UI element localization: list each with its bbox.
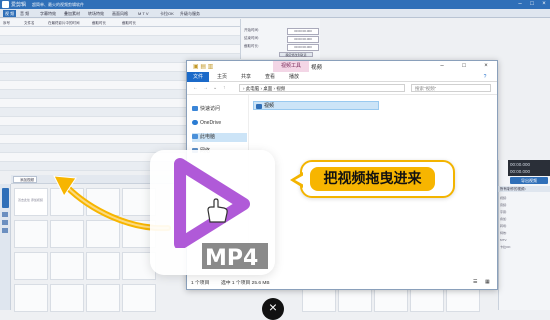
right-info-line: 字幕: [500,210,507,214]
minimize-icon[interactable]: – [514,0,526,9]
large-icons-view-icon[interactable]: ▦ [485,279,490,285]
right-info-line: 视频: [500,196,507,200]
left-tool-bar [0,184,11,310]
timer-display: 00:00.000 00:00.000 [508,160,550,176]
help-icon[interactable]: ? [477,72,493,82]
end-time-field[interactable]: 00:00:00.000 [287,36,319,43]
right-info-line: 转场: [500,224,507,228]
menu-mtv[interactable]: M T V [138,11,149,16]
right-panel-heading: 所有制作的视频： [498,186,550,192]
menu-transition[interactable]: 转场特效 [88,11,104,17]
app-subtitle: 超简单、最火的视频剪辑软件 [32,1,84,7]
menu-upgrade[interactable]: 升级与服务 [180,11,200,17]
explorer-title-bar: ▣ ▤ ▥ 视频工具 视频 – □ × [187,61,497,72]
end-time-label: 结束时间: [244,36,259,40]
tool-icon[interactable] [2,228,8,233]
tool-icon[interactable] [2,220,8,225]
media-slot[interactable] [14,284,48,312]
status-item-count: 1 个项目 [191,281,210,286]
clip-properties-panel: 开始时间: 结束时间: 截取时长: 00:00:00.000 00:00:00.… [240,19,320,59]
tool-icon[interactable] [2,212,8,217]
address-bar-row: ← → ⌄ ↑ › 此电脑 › 桌面 › 视频 搜索"视频" [187,82,497,95]
maximize-icon[interactable]: □ [453,61,475,72]
menu-audio[interactable]: 音 频 [20,11,29,17]
close-window-icon[interactable]: × [475,61,497,72]
media-slot[interactable] [50,284,84,312]
media-slot[interactable] [122,284,156,312]
nav-onedrive[interactable]: OneDrive [192,119,247,128]
forward-icon[interactable]: → [203,85,208,91]
timer-current: 00:00.000 [510,162,531,167]
video-file-item[interactable]: 视频 [253,101,379,110]
apply-to-track-button[interactable]: 确定修改到轨道 [279,52,313,57]
right-info-line: 音频: [500,203,507,207]
right-info-line: 叠加: [500,217,507,221]
col-index: 序号 [3,20,10,25]
nav-this-pc[interactable]: 此电脑 [192,133,247,142]
instruction-bubble: 把视频拖曳进来 [290,160,455,198]
close-overlay-icon[interactable]: × [262,298,284,320]
menu-style[interactable]: 画面风格 [112,11,128,17]
address-input[interactable]: › 此电脑 › 桌面 › 视频 [239,84,405,92]
col-duration: 截取时长 [92,20,106,25]
start-time-label: 开始时间: [244,28,259,32]
hand-cursor-icon [207,198,228,223]
col-duration-2: 截取时长 [122,20,136,25]
video-tools-label[interactable]: 视频工具 [273,61,309,72]
vertical-tab[interactable] [2,188,9,208]
app-menu-bar: 视 频 音 频 字幕特效 叠加素材 转场特效 画面风格 M T V 卡拉OK 升… [0,9,550,18]
tab-share[interactable]: 共享 [235,72,257,82]
computer-icon [192,134,198,139]
media-slot[interactable] [86,284,120,312]
app-title-bar: 爱剪辑 超简单、最火的视频剪辑软件 – □ × [0,0,550,9]
menu-karaoke[interactable]: 卡拉OK [160,11,174,17]
add-video-label: 添加视频 [20,178,34,182]
app-logo-icon [2,1,9,8]
star-icon [192,106,198,111]
export-video-button[interactable]: 导出视频 [510,177,548,184]
tab-home[interactable]: 主页 [211,72,233,82]
recent-icon[interactable]: ⌄ [213,85,217,91]
cloud-icon [192,120,198,125]
status-selection: 选中 1 个项目 25.6 MB [221,281,270,286]
menu-subtitle-effects[interactable]: 字幕特效 [40,11,56,17]
close-window-icon[interactable]: × [538,0,550,9]
file-name: 视频 [264,103,275,109]
col-time-in-film: 在最终影片中的时间 [48,20,80,25]
format-label: MP4 [205,246,259,271]
nav-quick-access[interactable]: 快速访问 [192,105,247,114]
media-slot[interactable] [86,252,120,280]
explorer-window-title: 视频 [311,65,323,71]
tab-play[interactable]: 播放 [283,72,305,82]
right-info-line: 特效: [500,231,507,235]
status-bar: 1 个项目 选中 1 个项目 25.6 MB ☰ ▦ [187,273,497,289]
back-icon[interactable]: ← [193,85,198,91]
timer-total: 00:00.000 [510,169,531,174]
tab-file[interactable]: 文件 [187,72,209,82]
media-slot[interactable] [50,252,84,280]
search-input[interactable]: 搜索"视频" [411,84,491,92]
ribbon-tabs: 文件 主页 共享 查看 播放 ? [187,72,497,82]
duration-field[interactable]: 00:00:00.000 [287,44,319,51]
duration-label: 截取时长: [244,44,259,48]
instruction-text: 把视频拖曳进来 [310,167,435,191]
minimize-icon[interactable]: – [431,61,453,72]
tab-view[interactable]: 查看 [259,72,281,82]
add-video-tab[interactable]: 添加视频 [13,176,37,183]
right-info-line: 卡拉OK: [500,245,512,249]
maximize-icon[interactable]: □ [526,0,538,9]
up-icon[interactable]: ↑ [223,85,226,91]
right-info-line: MTV: [500,238,508,242]
bubble-pointer [290,172,304,188]
quick-access-toolbar-icon[interactable]: ▣ ▤ ▥ [193,63,213,70]
menu-overlay[interactable]: 叠加素材 [64,11,80,17]
media-slot[interactable] [14,252,48,280]
details-view-icon[interactable]: ☰ [473,279,477,285]
start-time-field[interactable]: 00:00:00.000 [287,28,319,35]
menu-video[interactable]: 视 频 [3,10,17,17]
mp4-file-card[interactable]: MP4 [150,150,275,275]
video-file-icon [256,103,262,109]
col-filename: 文件名 [24,20,35,25]
app-title: 爱剪辑 [11,2,27,8]
